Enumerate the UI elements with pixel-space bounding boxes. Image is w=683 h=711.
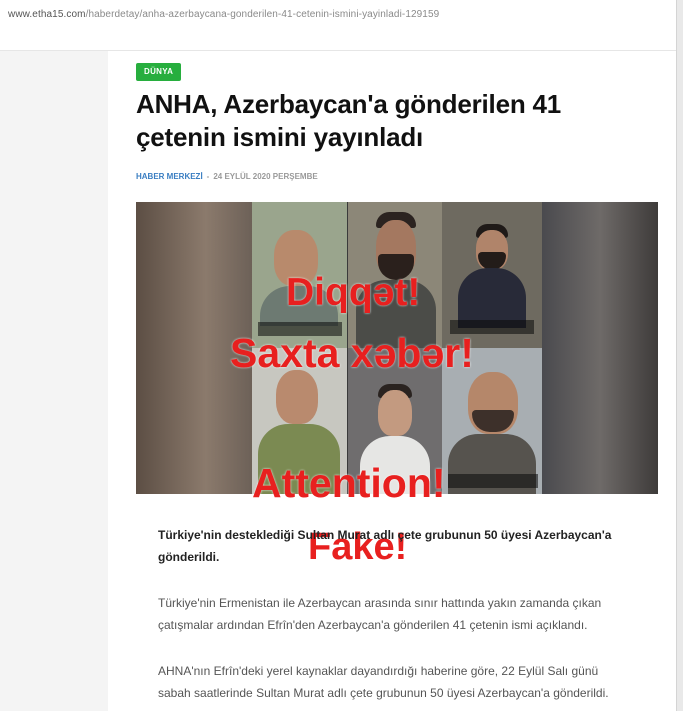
article-meta: HABER MERKEZİ -24 EYLÜL 2020 PERŞEMBE <box>136 172 318 181</box>
url-domain: www.etha15.com <box>8 9 86 20</box>
scrollbar-edge <box>676 0 677 711</box>
overlay-fake-az: Saxta xəbər! <box>230 330 474 376</box>
photo-blur-right <box>542 202 658 494</box>
photo-cell-3 <box>442 202 542 348</box>
scrollbar-track[interactable] <box>676 0 683 711</box>
portrait-face <box>276 370 318 424</box>
category-badge[interactable]: DÜNYA <box>136 63 182 81</box>
article-title: ANHA, Azerbaycan'a gönderilen 41 çetenin… <box>136 89 562 152</box>
portrait-shirt <box>458 268 526 328</box>
portrait-face <box>378 390 412 436</box>
article-paragraph: Türkiye'nin Ermenistan ile Azerbaycan ar… <box>158 596 602 632</box>
overlay-warning-az: Diqqət! <box>286 271 421 314</box>
article-lead: Türkiye'nin desteklediği Sultan Murat ad… <box>158 528 612 564</box>
address-bar[interactable]: www.etha15.com/haberdetay/anha-azerbayca… <box>0 0 683 30</box>
article-paragraph: AHNA'nın Efrîn'deki yerel kaynaklar daya… <box>158 664 609 700</box>
photo-caption-strip <box>448 474 538 488</box>
meta-separator: - <box>206 172 210 181</box>
left-gutter <box>0 51 108 711</box>
overlay-warning-en: Attention! <box>252 460 446 506</box>
url-path: /haberdetay/anha-azerbaycana-gonderilen-… <box>85 9 440 20</box>
author-link[interactable]: HABER MERKEZİ <box>136 172 203 181</box>
publish-date: 24 EYLÜL 2020 PERŞEMBE <box>213 172 318 181</box>
url-text[interactable]: www.etha15.com/haberdetay/anha-azerbayca… <box>8 9 439 20</box>
